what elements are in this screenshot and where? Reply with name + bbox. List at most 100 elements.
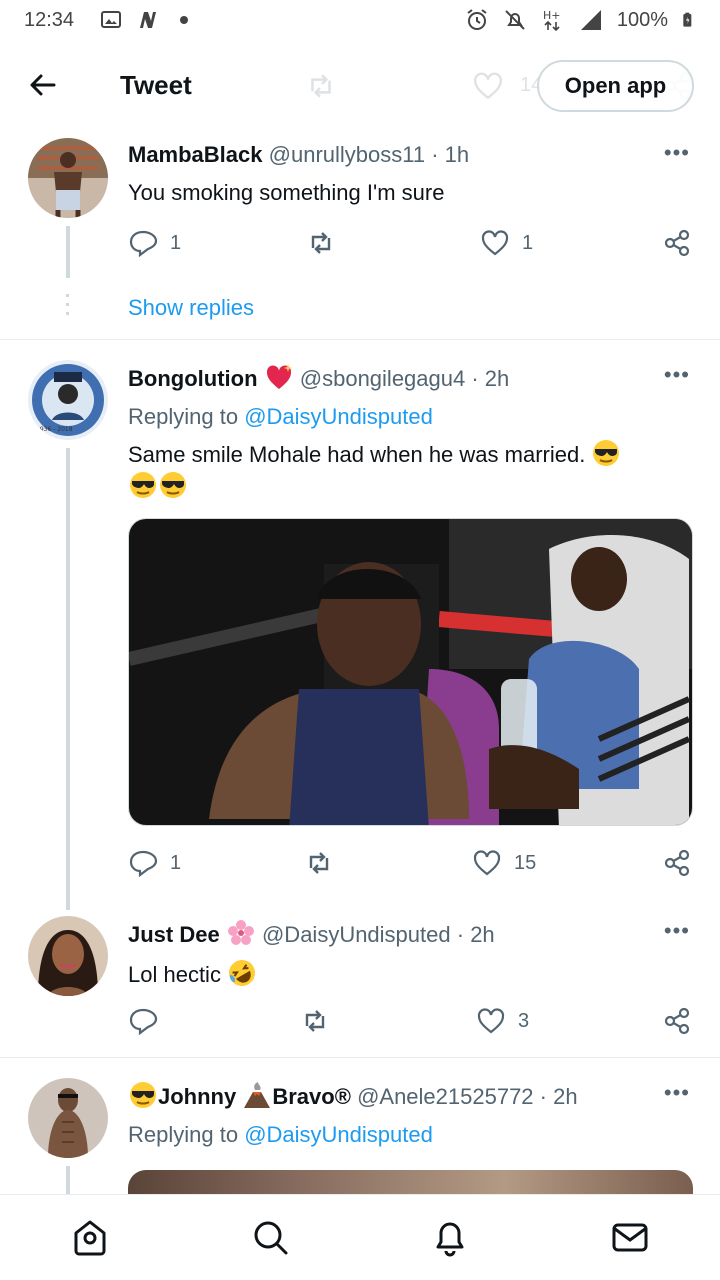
reply-button[interactable]: 1 xyxy=(128,848,181,878)
heart-icon xyxy=(474,72,502,100)
show-replies-link[interactable]: Show replies xyxy=(128,295,254,321)
svg-text:H+: H+ xyxy=(543,9,561,22)
mention-link[interactable]: @DaisyUndisputed xyxy=(244,1122,433,1147)
tweet-text: You smoking something I'm sure xyxy=(128,180,445,205)
sparkling-heart-icon xyxy=(266,364,292,389)
alarm-icon xyxy=(467,9,487,30)
sunglasses-emoji-icon xyxy=(130,1082,156,1108)
tweet-actions: 1 15 xyxy=(128,848,692,880)
reply-count: 1 xyxy=(170,851,182,874)
timestamp: · 2h xyxy=(539,1084,578,1109)
status-time: 12:34 xyxy=(24,9,75,31)
retweet-button[interactable] xyxy=(304,848,334,878)
retweet-icon xyxy=(311,232,331,254)
status-bar: 12:34 H+ 100% xyxy=(0,0,720,44)
thread-dots xyxy=(66,294,70,321)
volcano-icon xyxy=(244,1082,271,1108)
home-icon[interactable] xyxy=(70,1217,110,1257)
share-button[interactable] xyxy=(662,228,692,258)
replying-to: Replying to @DaisyUndisputed xyxy=(128,1120,692,1150)
thread-line xyxy=(66,448,70,910)
share-icon xyxy=(664,1007,690,1035)
n-app-notification-icon xyxy=(140,12,156,28)
display-name[interactable]: MambaBlack xyxy=(128,142,263,167)
reply-icon xyxy=(129,850,158,878)
like-count: 15 xyxy=(514,851,537,874)
replying-label: Replying to xyxy=(128,404,239,429)
thread-line xyxy=(66,226,70,278)
like-count: 3 xyxy=(518,1009,530,1032)
heart-icon xyxy=(473,850,501,876)
divider xyxy=(0,1057,720,1058)
like-button[interactable]: 15 xyxy=(472,848,536,878)
display-name[interactable]: Just Dee xyxy=(128,922,220,947)
like-button[interactable]: 1 xyxy=(480,228,533,258)
share-button[interactable] xyxy=(662,1006,692,1036)
timestamp: · 2h xyxy=(471,366,510,391)
mention-link[interactable]: @DaisyUndisputed xyxy=(244,404,433,429)
network-type-icon: H+ xyxy=(543,9,561,32)
tweet-meta: Bongolution @sbongilegagu4 · 2h xyxy=(128,362,692,394)
divider xyxy=(0,339,720,340)
display-name-part1[interactable]: Johnny xyxy=(158,1084,236,1109)
sunglasses-emoji-icon xyxy=(130,472,156,498)
media-photo xyxy=(129,519,692,825)
retweet-icon xyxy=(309,852,329,874)
tweet-text-content: Lol hectic xyxy=(128,962,221,987)
timestamp: · 2h xyxy=(456,922,495,947)
avatar[interactable] xyxy=(28,138,108,218)
retweet-icon xyxy=(305,1010,325,1032)
tweet-content: Johnny Bravo® @Anele21525772 · 2h Replyi… xyxy=(128,1080,692,1150)
share-icon xyxy=(664,849,690,877)
replying-label: Replying to xyxy=(128,1122,239,1147)
reply-icon xyxy=(129,230,158,258)
tweet-meta: MambaBlack @unrullyboss11 · 1h xyxy=(128,140,692,170)
avatar[interactable] xyxy=(28,916,108,996)
retweet-icon xyxy=(311,74,331,98)
reply-icon xyxy=(129,1008,158,1036)
battery-percent: 100% xyxy=(616,8,668,31)
replying-to: Replying to @DaisyUndisputed xyxy=(128,402,692,432)
retweet-button[interactable] xyxy=(300,1006,330,1036)
tweet-meta: Johnny Bravo® @Anele21525772 · 2h xyxy=(128,1080,692,1112)
notifications-icon[interactable] xyxy=(430,1217,470,1257)
user-handle[interactable]: @sbongilegagu4 xyxy=(300,366,465,391)
tweet-meta: Just Dee @DaisyUndisputed · 2h xyxy=(128,918,692,950)
share-button[interactable] xyxy=(662,848,692,878)
sunglasses-emoji-icon xyxy=(593,440,620,466)
tweet-text: Lol hectic xyxy=(128,958,692,990)
avatar[interactable]: 1936 - 2018 xyxy=(28,360,108,440)
tweet-content: MambaBlack @unrullyboss11 · 1h You smoki… xyxy=(128,140,692,208)
signal-icon xyxy=(580,10,601,30)
gallery-notification-icon xyxy=(101,11,121,28)
bottom-navigation xyxy=(0,1194,720,1280)
tweet-content: Just Dee @DaisyUndisputed · 2h Lol hecti… xyxy=(128,918,692,990)
avatar[interactable] xyxy=(28,1078,108,1158)
mute-icon xyxy=(505,10,525,30)
messages-icon[interactable] xyxy=(610,1217,650,1257)
tweet-media-image[interactable] xyxy=(128,518,693,826)
tweet-text: Same smile Mohale had when he was marrie… xyxy=(128,438,692,502)
tweet-text-content: Same smile Mohale had when he was marrie… xyxy=(128,442,586,467)
user-handle[interactable]: @Anele21525772 xyxy=(357,1084,533,1109)
tweet-actions: 1 1 xyxy=(128,228,692,260)
search-icon[interactable] xyxy=(250,1217,290,1257)
back-arrow-icon[interactable] xyxy=(28,70,58,100)
display-name-part2[interactable]: Bravo® xyxy=(272,1084,351,1109)
user-handle[interactable]: @DaisyUndisputed xyxy=(262,922,451,947)
retweet-button[interactable] xyxy=(306,228,336,258)
like-count: 1 xyxy=(522,231,534,254)
avatar-image xyxy=(28,138,108,218)
open-app-button[interactable]: Open app xyxy=(537,60,694,112)
thread-line xyxy=(66,1166,70,1194)
tweet-actions: 3 xyxy=(128,1006,692,1038)
display-name[interactable]: Bongolution xyxy=(128,366,258,391)
like-button[interactable]: 3 xyxy=(476,1006,529,1036)
user-handle[interactable]: @unrullyboss11 xyxy=(269,142,425,167)
avatar-caption: 1936 - 2018 xyxy=(36,426,73,433)
reply-button[interactable]: 1 xyxy=(128,228,181,258)
page-title: Tweet xyxy=(120,70,192,100)
cherry-blossom-icon xyxy=(227,920,254,945)
reply-button[interactable] xyxy=(128,1006,170,1036)
dot-icon xyxy=(180,16,188,24)
